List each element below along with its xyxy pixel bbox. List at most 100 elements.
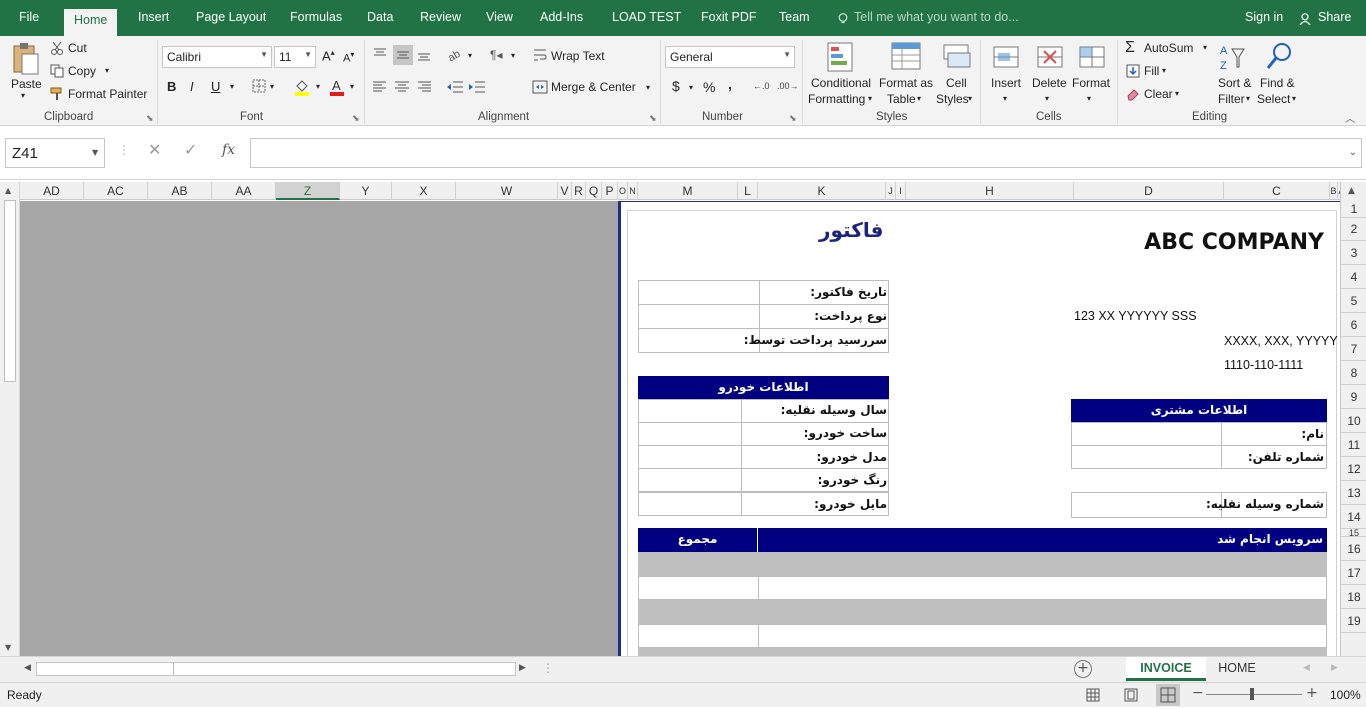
font-name-combo[interactable]: Calibri ▼ bbox=[162, 46, 272, 68]
tab-view[interactable]: View bbox=[486, 10, 513, 36]
off-page-area[interactable] bbox=[20, 201, 618, 656]
column-header[interactable]: V bbox=[558, 182, 572, 200]
row-header[interactable]: 6 bbox=[1341, 313, 1366, 337]
align-bottom-icon[interactable] bbox=[416, 46, 432, 62]
row-header[interactable]: 14 bbox=[1341, 505, 1366, 529]
borders-dropdown[interactable]: ▾ bbox=[270, 82, 274, 91]
align-center-icon[interactable] bbox=[394, 80, 410, 94]
column-header[interactable]: X bbox=[392, 182, 456, 200]
name-box[interactable]: Z41 ▼ bbox=[5, 138, 105, 168]
customer-phone-value-cell[interactable] bbox=[1071, 445, 1222, 469]
sheet-tab-home[interactable]: HOME bbox=[1206, 657, 1268, 681]
decrease-indent-icon[interactable] bbox=[446, 80, 464, 94]
service-row-shaded[interactable] bbox=[638, 600, 1327, 624]
scroll-thumb[interactable] bbox=[4, 200, 16, 382]
autosum-button[interactable]: AutoSum bbox=[1144, 41, 1193, 55]
drag-handle-icon[interactable]: ⋮ bbox=[542, 661, 554, 675]
merge-dropdown[interactable]: ▾ bbox=[646, 83, 650, 92]
direction-dropdown[interactable]: ▾ bbox=[511, 51, 515, 60]
merge-center-button[interactable]: Merge & Center bbox=[551, 80, 636, 94]
font-color-icon[interactable]: A bbox=[329, 78, 345, 96]
increase-decimal-icon[interactable]: ←.0 bbox=[753, 81, 770, 91]
horizontal-scrollbar[interactable] bbox=[36, 662, 516, 676]
customer-name-value-cell[interactable] bbox=[1071, 422, 1222, 446]
font-launcher-icon[interactable]: ⬊ bbox=[352, 113, 360, 124]
column-header[interactable]: P bbox=[602, 182, 618, 200]
currency-dropdown[interactable]: ▾ bbox=[689, 83, 693, 92]
borders-icon[interactable] bbox=[252, 79, 266, 93]
sign-in-link[interactable]: Sign in bbox=[1245, 10, 1283, 36]
fill-button[interactable]: Fill bbox=[1144, 64, 1159, 78]
sheet-tab-invoice[interactable]: INVOICE bbox=[1126, 657, 1206, 681]
vehicle-color-value-cell[interactable] bbox=[638, 468, 742, 492]
drag-handle-icon[interactable]: ⋮ bbox=[118, 143, 130, 157]
row-header[interactable]: 9 bbox=[1341, 385, 1366, 409]
scroll-left-icon[interactable]: ◀ bbox=[24, 663, 31, 673]
column-header[interactable]: J bbox=[886, 182, 896, 200]
underline-button[interactable]: U bbox=[211, 79, 220, 94]
find-select-dropdown[interactable]: ▾ bbox=[1292, 94, 1296, 103]
service-description-cell[interactable] bbox=[758, 576, 1327, 600]
tab-data[interactable]: Data bbox=[367, 10, 393, 36]
tab-page-layout[interactable]: Page Layout bbox=[196, 10, 266, 36]
clear-button[interactable]: Clear bbox=[1144, 87, 1173, 101]
row-header[interactable]: 1 bbox=[1341, 200, 1366, 218]
column-header[interactable]: I bbox=[896, 182, 906, 200]
column-header[interactable]: W bbox=[456, 182, 558, 200]
currency-button[interactable]: $ bbox=[672, 78, 680, 94]
increase-indent-icon[interactable] bbox=[468, 80, 486, 94]
payment-type-value-cell[interactable] bbox=[638, 304, 760, 329]
vehicle-year-value-cell[interactable] bbox=[638, 399, 742, 423]
row-header[interactable]: 18 bbox=[1341, 585, 1366, 609]
tab-home[interactable]: Home bbox=[64, 9, 118, 36]
fill-color-dropdown[interactable]: ▾ bbox=[316, 82, 320, 91]
sheet-nav-prev-icon[interactable]: ◀ bbox=[1303, 663, 1310, 673]
row-header[interactable]: 13 bbox=[1341, 481, 1366, 505]
tab-load-test[interactable]: LOAD TEST bbox=[612, 10, 681, 36]
format-button[interactable]: Format bbox=[1072, 76, 1110, 90]
row-header[interactable]: 12 bbox=[1341, 457, 1366, 481]
percent-button[interactable]: % bbox=[703, 79, 715, 95]
vehicle-number-value-cell[interactable] bbox=[1071, 492, 1222, 518]
tab-file[interactable]: File bbox=[19, 10, 39, 36]
column-header[interactable]: H bbox=[906, 182, 1074, 200]
number-format-combo[interactable]: General ▼ bbox=[665, 46, 795, 68]
format-as-table-button[interactable]: Format as bbox=[879, 76, 933, 90]
delete-dropdown[interactable]: ▾ bbox=[1045, 94, 1049, 103]
cancel-icon[interactable]: ✕ bbox=[148, 140, 161, 159]
delete-button[interactable]: Delete bbox=[1032, 76, 1067, 90]
column-header[interactable]: Q bbox=[586, 182, 602, 200]
add-sheet-icon[interactable]: + bbox=[1074, 660, 1092, 678]
scroll-up-icon[interactable]: ▲ bbox=[1348, 186, 1355, 196]
sort-filter-button[interactable]: Sort & bbox=[1218, 76, 1251, 90]
collapse-ribbon-icon[interactable]: ︿ bbox=[1345, 110, 1355, 125]
paste-dropdown[interactable]: ▾ bbox=[21, 91, 25, 100]
align-left-icon[interactable] bbox=[372, 80, 388, 94]
column-header[interactable]: O bbox=[618, 182, 628, 200]
zoom-slider-track[interactable] bbox=[1206, 694, 1302, 695]
chevron-down-icon[interactable]: ▼ bbox=[92, 148, 98, 157]
sort-filter-dropdown[interactable]: ▾ bbox=[1246, 94, 1250, 103]
autosum-dropdown[interactable]: ▾ bbox=[1203, 43, 1207, 52]
column-header[interactable]: Y bbox=[340, 182, 392, 200]
sheet-nav-next-icon[interactable]: ▶ bbox=[1331, 663, 1338, 673]
comma-button[interactable]: , bbox=[728, 76, 732, 92]
cell-styles-dropdown[interactable]: ▾ bbox=[968, 94, 972, 103]
align-right-icon[interactable] bbox=[416, 80, 432, 94]
column-header[interactable]: L bbox=[738, 182, 758, 200]
cut-button[interactable]: Cut bbox=[68, 41, 87, 55]
alignment-launcher-icon[interactable]: ⬊ bbox=[649, 113, 657, 124]
tell-me-search[interactable]: Tell me what you want to do... bbox=[854, 10, 1019, 36]
row-header[interactable]: 15 bbox=[1341, 529, 1366, 538]
fill-dropdown[interactable]: ▾ bbox=[1162, 66, 1166, 75]
zoom-out-icon[interactable]: − bbox=[1192, 685, 1204, 701]
find-select-button[interactable]: Find & bbox=[1260, 76, 1295, 90]
bold-button[interactable]: B bbox=[167, 79, 176, 94]
font-size-combo[interactable]: 11 ▼ bbox=[274, 46, 316, 68]
row-header[interactable]: 4 bbox=[1341, 265, 1366, 289]
tab-add-ins[interactable]: Add-Ins bbox=[540, 10, 583, 36]
underline-dropdown[interactable]: ▾ bbox=[230, 82, 234, 91]
tab-review[interactable]: Review bbox=[420, 10, 461, 36]
conditional-dropdown[interactable]: ▾ bbox=[868, 94, 872, 103]
expand-formula-icon[interactable]: ⌄ bbox=[1349, 147, 1357, 158]
